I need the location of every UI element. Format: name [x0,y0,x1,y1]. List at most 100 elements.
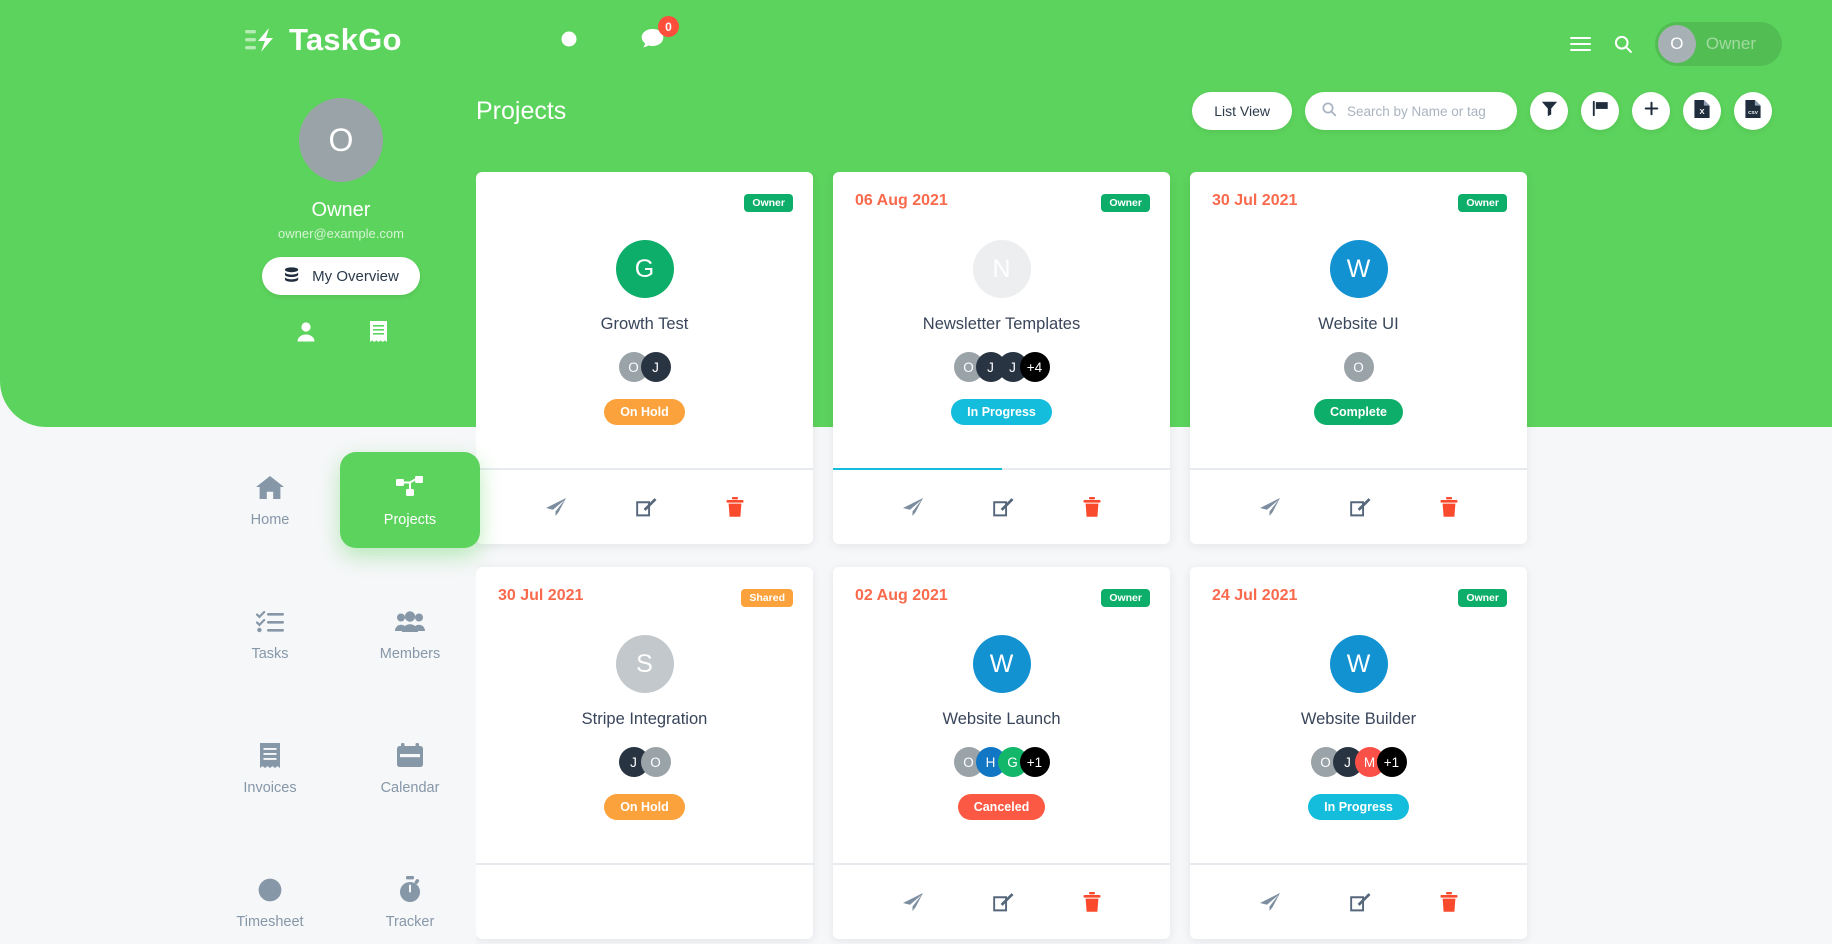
project-card-body: 30 Jul 2021 Shared S Stripe Integration … [476,567,813,863]
filter-button[interactable] [1530,92,1568,130]
project-card[interactable]: 24 Jul 2021 Owner W Website Builder O J M +… [1190,567,1527,939]
project-members: O J M +1 [1212,747,1505,777]
delete-button[interactable] [726,497,744,517]
project-title: Website Builder [1300,710,1417,728]
search-input[interactable] [1347,103,1501,119]
status-badge: On Hold [604,794,685,820]
profile-block: O Owner owner@example.com My Overview [246,98,436,347]
edit-button[interactable] [1350,892,1371,912]
send-button[interactable] [902,497,924,517]
sidebar-label-home: Home [250,511,290,528]
sidebar-nav: Home Projects Tasks Members Invoices Cal… [200,452,480,944]
app-root: TaskGo 0 O Owner O Owner owner@example.c… [0,0,1832,944]
sidebar-item-members[interactable]: Members [340,586,480,682]
sidebar-item-invoices[interactable]: Invoices [200,720,340,816]
project-role-badge: Owner [1101,194,1150,212]
sidebar-item-timesheet[interactable]: Timesheet [200,854,340,944]
add-project-button[interactable] [1632,92,1670,130]
send-button[interactable] [902,892,924,912]
sidebar-label-invoices: Invoices [243,779,297,796]
member-avatar[interactable]: O [1343,352,1374,382]
sidebar-item-calendar[interactable]: Calendar [340,720,480,816]
member-avatar[interactable]: +1 [1376,747,1407,777]
page-title: Projects [476,96,567,125]
brand-name: TaskGo [289,22,402,57]
hamburger-menu-icon[interactable] [1569,36,1591,52]
sidebar-item-tracker[interactable]: Tracker [340,854,480,944]
delete-button[interactable] [1440,497,1458,517]
project-role-badge: Shared [741,589,793,607]
project-members: OJ [498,352,791,382]
export-csv-button[interactable]: CSV [1734,92,1772,130]
profile-name: Owner [311,199,371,221]
profile-avatar: O [299,98,383,182]
project-avatar: S [615,635,674,693]
project-role-badge: Owner [744,194,793,212]
project-card[interactable]: 30 Jul 2021 Shared S Stripe Integration … [476,567,813,939]
chat-icon[interactable]: 0 [640,16,679,50]
project-card-actions [833,470,1170,544]
coins-icon [283,266,302,287]
plus-icon [1643,100,1660,122]
chat-unread-badge: 0 [658,16,679,37]
member-avatar[interactable]: J [640,352,671,382]
svg-text:X: X [1699,107,1704,116]
edit-button[interactable] [1350,497,1371,517]
send-button[interactable] [1259,497,1281,517]
receipt-icon[interactable] [369,321,387,347]
status-badge: In Progress [951,399,1052,425]
file-csv-icon: CSV [1745,99,1761,123]
project-card-body: 02 Aug 2021 Owner W Website Launch O H G +1… [833,567,1170,863]
user-menu-button[interactable]: O Owner [1654,22,1782,66]
tasklist-icon [256,607,284,637]
project-card[interactable]: 30 Jul 2021 Owner W Website UI O Complet… [1190,172,1527,544]
project-card[interactable]: Owner G Growth Test OJ On Hold [476,172,813,544]
edit-button[interactable] [636,497,657,517]
project-status-wrap: In Progress [1212,794,1505,820]
project-date: 24 Jul 2021 [1212,587,1298,604]
send-button[interactable] [1259,892,1281,912]
sidebar-item-home[interactable]: Home [200,452,340,548]
edit-button[interactable] [993,497,1014,517]
edit-button[interactable] [993,892,1014,912]
project-role-badge: Owner [1101,589,1150,607]
delete-button[interactable] [1083,892,1101,912]
sidebar-label-tracker: Tracker [385,913,435,930]
delete-button[interactable] [1083,497,1101,517]
member-avatar[interactable]: +1 [1019,747,1050,777]
person-icon[interactable] [296,321,316,347]
my-overview-button[interactable]: My Overview [262,257,420,295]
brand-logo[interactable]: TaskGo [245,22,402,58]
project-card-body: 24 Jul 2021 Owner W Website Builder O J M +… [1190,567,1527,863]
export-excel-button[interactable]: X [1683,92,1721,130]
project-date: 30 Jul 2021 [1212,192,1298,209]
search-box[interactable] [1305,92,1517,130]
calendar-icon [397,741,423,771]
clock-icon[interactable] [560,30,578,48]
project-members: O H G +1 [855,747,1148,777]
project-date: 30 Jul 2021 [498,587,584,604]
status-badge: Complete [1314,399,1403,425]
file-excel-icon: X [1694,99,1710,123]
member-avatar[interactable]: +4 [1019,352,1050,382]
search-icon[interactable] [1613,34,1633,54]
delete-button[interactable] [1440,892,1458,912]
project-avatar: W [1329,635,1388,693]
project-title: Website UI [1318,315,1399,333]
project-card-actions [476,865,813,939]
member-avatar[interactable]: O [640,747,671,777]
flag-button[interactable] [1581,92,1619,130]
receipt-icon [260,741,280,771]
top-bar: TaskGo 0 O Owner [0,0,1832,84]
send-button[interactable] [545,497,567,517]
project-status-wrap: In Progress [855,399,1148,425]
sidebar-item-projects[interactable]: Projects [340,452,480,548]
project-card[interactable]: 02 Aug 2021 Owner W Website Launch O H G +1… [833,567,1170,939]
project-card[interactable]: 06 Aug 2021 Owner N Newsletter Templates… [833,172,1170,544]
sidebar-item-tasks[interactable]: Tasks [200,586,340,682]
project-avatar: N [972,240,1031,298]
list-view-button[interactable]: List View [1192,92,1292,130]
search-icon [1321,101,1337,122]
project-date: 02 Aug 2021 [855,587,948,604]
sitemap-icon [396,473,424,503]
